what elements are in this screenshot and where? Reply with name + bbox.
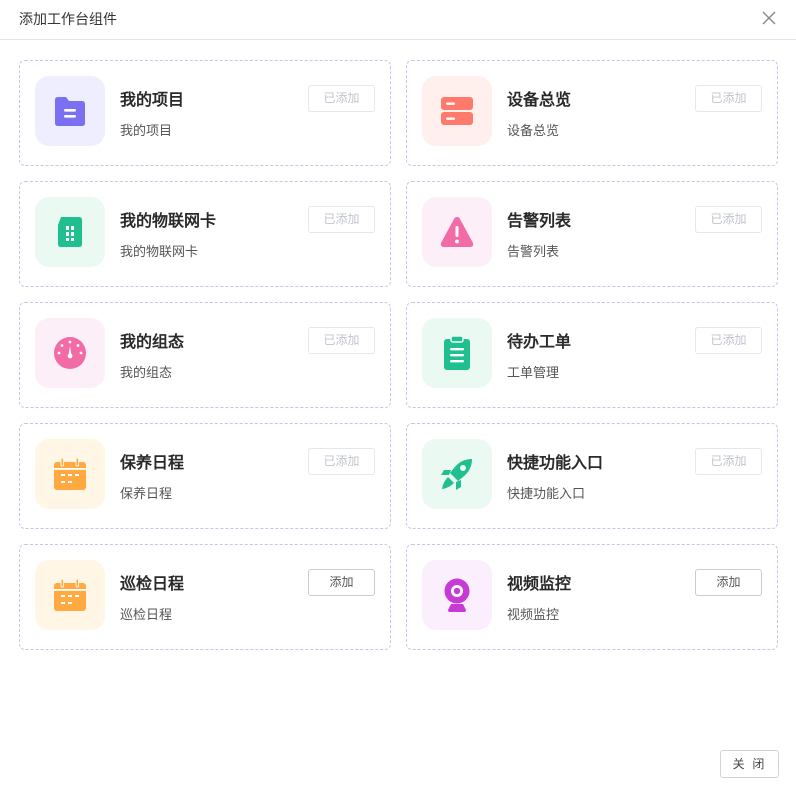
widget-description: 我的物联网卡: [120, 245, 199, 260]
widget-description: 告警列表: [507, 245, 560, 260]
close-icon[interactable]: [760, 9, 778, 27]
widget-added-button[interactable]: 已添加: [695, 206, 762, 233]
widget-name: 快捷功能入口: [507, 453, 604, 472]
widget-added-button[interactable]: 已添加: [695, 85, 762, 112]
widget-name: 保养日程: [120, 453, 185, 472]
widget-name: 我的组态: [120, 332, 185, 351]
calendar-icon: [35, 560, 105, 630]
widget-name: 巡检日程: [120, 574, 185, 593]
warning-icon: [422, 197, 492, 267]
widget-added-button[interactable]: 已添加: [308, 448, 375, 475]
widget-add-button[interactable]: 添加: [308, 569, 375, 596]
close-button[interactable]: 关 闭: [720, 750, 779, 778]
widget-card-video-monitoring: 视频监控 视频监控 添加: [406, 544, 778, 650]
widget-added-button[interactable]: 已添加: [308, 85, 375, 112]
widget-description: 快捷功能入口: [507, 487, 586, 502]
widget-description: 保养日程: [120, 487, 173, 502]
folder-document-icon: [35, 76, 105, 146]
widget-card-my-iot-card: 我的物联网卡 我的物联网卡 已添加: [19, 181, 391, 287]
widget-added-button[interactable]: 已添加: [695, 448, 762, 475]
widget-card-todo-work-orders: 待办工单 工单管理 已添加: [406, 302, 778, 408]
add-widget-dialog: 添加工作台组件 我的项目 我的项目 已添加 设备总览 设备总览 已添加 我的物联…: [0, 0, 796, 791]
dashboard-gauge-icon: [35, 318, 105, 388]
widget-name: 视频监控: [507, 574, 572, 593]
calendar-icon: [35, 439, 105, 509]
widget-description: 巡检日程: [120, 608, 173, 623]
widget-description: 设备总览: [507, 124, 560, 139]
sim-card-icon: [35, 197, 105, 267]
widget-name: 告警列表: [507, 211, 572, 230]
widget-card-quick-entry: 快捷功能入口 快捷功能入口 已添加: [406, 423, 778, 529]
widget-description: 视频监控: [507, 608, 560, 623]
widget-card-inspection-schedule: 巡检日程 巡检日程 添加: [19, 544, 391, 650]
widget-added-button[interactable]: 已添加: [308, 327, 375, 354]
widget-description: 我的项目: [120, 124, 173, 139]
dialog-title: 添加工作台组件: [19, 12, 117, 28]
widget-description: 我的组态: [120, 366, 173, 381]
widget-added-button[interactable]: 已添加: [695, 327, 762, 354]
dialog-header: 添加工作台组件: [0, 0, 796, 40]
widget-added-button[interactable]: 已添加: [308, 206, 375, 233]
widget-name: 我的物联网卡: [120, 211, 217, 230]
webcam-icon: [422, 560, 492, 630]
widget-name: 我的项目: [120, 90, 185, 109]
widget-name: 设备总览: [507, 90, 572, 109]
widget-description: 工单管理: [507, 366, 560, 381]
widget-card-maintenance-schedule: 保养日程 保养日程 已添加: [19, 423, 391, 529]
widget-card-my-configuration: 我的组态 我的组态 已添加: [19, 302, 391, 408]
widget-card-device-overview: 设备总览 设备总览 已添加: [406, 60, 778, 166]
server-icon: [422, 76, 492, 146]
widget-add-button[interactable]: 添加: [695, 569, 762, 596]
widget-card-my-projects: 我的项目 我的项目 已添加: [19, 60, 391, 166]
widget-card-alarm-list: 告警列表 告警列表 已添加: [406, 181, 778, 287]
clipboard-icon: [422, 318, 492, 388]
rocket-icon: [422, 439, 492, 509]
widget-name: 待办工单: [507, 332, 572, 351]
